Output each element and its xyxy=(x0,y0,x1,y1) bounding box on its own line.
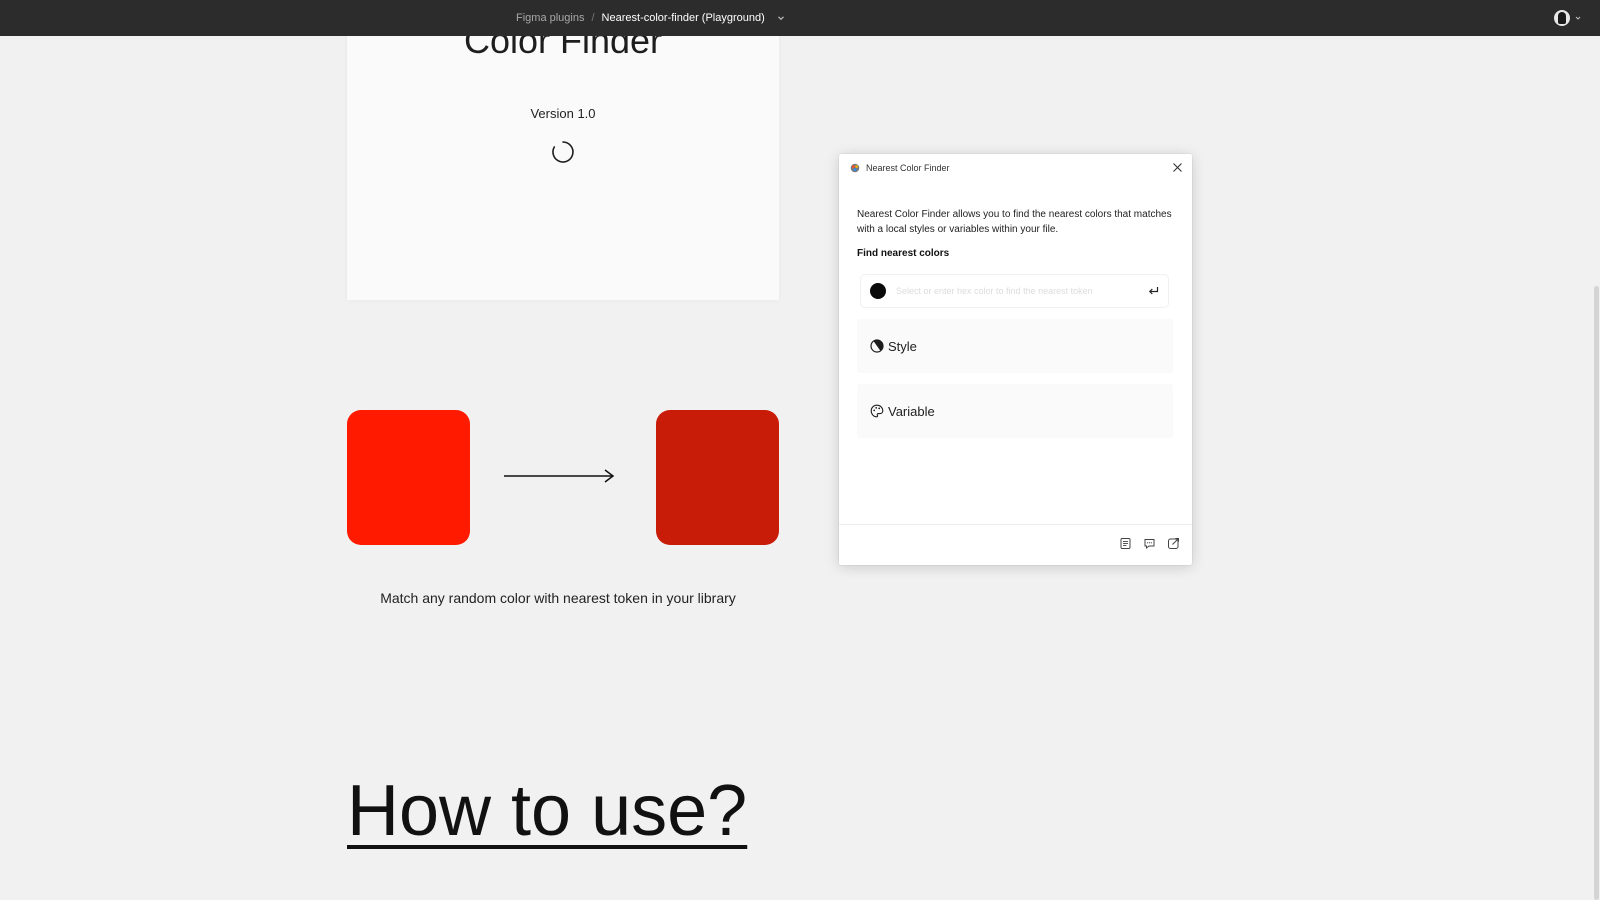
footer-divider xyxy=(839,524,1192,525)
plugin-description: Nearest Color Finder allows you to find … xyxy=(857,209,1172,235)
style-option[interactable]: Style xyxy=(857,319,1173,373)
avatar[interactable] xyxy=(1554,10,1570,26)
breadcrumb: Figma plugins / Nearest-color-finder (Pl… xyxy=(516,0,786,36)
plugin-title: Nearest Color Finder xyxy=(866,163,950,173)
breadcrumb-current[interactable]: Nearest-color-finder (Playground) xyxy=(602,12,765,24)
top-bar: Figma plugins / Nearest-color-finder (Pl… xyxy=(0,0,1600,36)
chevron-down-icon[interactable] xyxy=(776,13,786,23)
scrollbar-thumb[interactable] xyxy=(1594,286,1599,900)
variable-option-label: Variable xyxy=(888,403,935,419)
color-picker-swatch[interactable] xyxy=(870,283,886,299)
cover-title: Color Finder xyxy=(463,36,663,61)
close-icon[interactable] xyxy=(1172,162,1183,173)
cover-version: Version 1.0 xyxy=(530,106,596,121)
hex-color-input[interactable] xyxy=(896,286,1136,296)
style-icon xyxy=(870,339,884,353)
page-canvas: Color Finder Version 1.0 Match any rando… xyxy=(0,36,1600,900)
spinner-icon xyxy=(552,141,574,163)
nearest-color-swatch xyxy=(656,410,779,545)
palette-icon xyxy=(870,404,884,418)
plugin-window: Nearest Color Finder Nearest Color Finde… xyxy=(839,154,1192,565)
chevron-down-icon[interactable] xyxy=(1574,14,1582,22)
comment-icon[interactable] xyxy=(1143,537,1156,550)
tagline: Match any random color with nearest toke… xyxy=(380,590,736,606)
section-title: Find nearest colors xyxy=(857,248,950,259)
plugin-logo-icon xyxy=(850,163,860,173)
color-input-row xyxy=(861,275,1168,307)
footer-actions xyxy=(1119,537,1180,550)
breadcrumb-parent[interactable]: Figma plugins xyxy=(516,12,584,24)
breadcrumb-separator: / xyxy=(591,12,595,24)
arrow-right-icon xyxy=(504,469,615,483)
scrollbar[interactable] xyxy=(1592,36,1600,900)
style-option-label: Style xyxy=(888,338,917,354)
enter-icon[interactable] xyxy=(1148,286,1159,296)
share-icon[interactable] xyxy=(1167,537,1180,550)
cover-card: Color Finder Version 1.0 xyxy=(347,36,779,300)
plugin-header[interactable]: Nearest Color Finder xyxy=(839,154,1192,182)
user-menu[interactable] xyxy=(1554,10,1582,26)
source-color-swatch xyxy=(347,410,470,545)
how-to-use-heading: How to use? xyxy=(347,771,748,851)
document-icon[interactable] xyxy=(1119,537,1132,550)
variable-option[interactable]: Variable xyxy=(857,384,1173,438)
